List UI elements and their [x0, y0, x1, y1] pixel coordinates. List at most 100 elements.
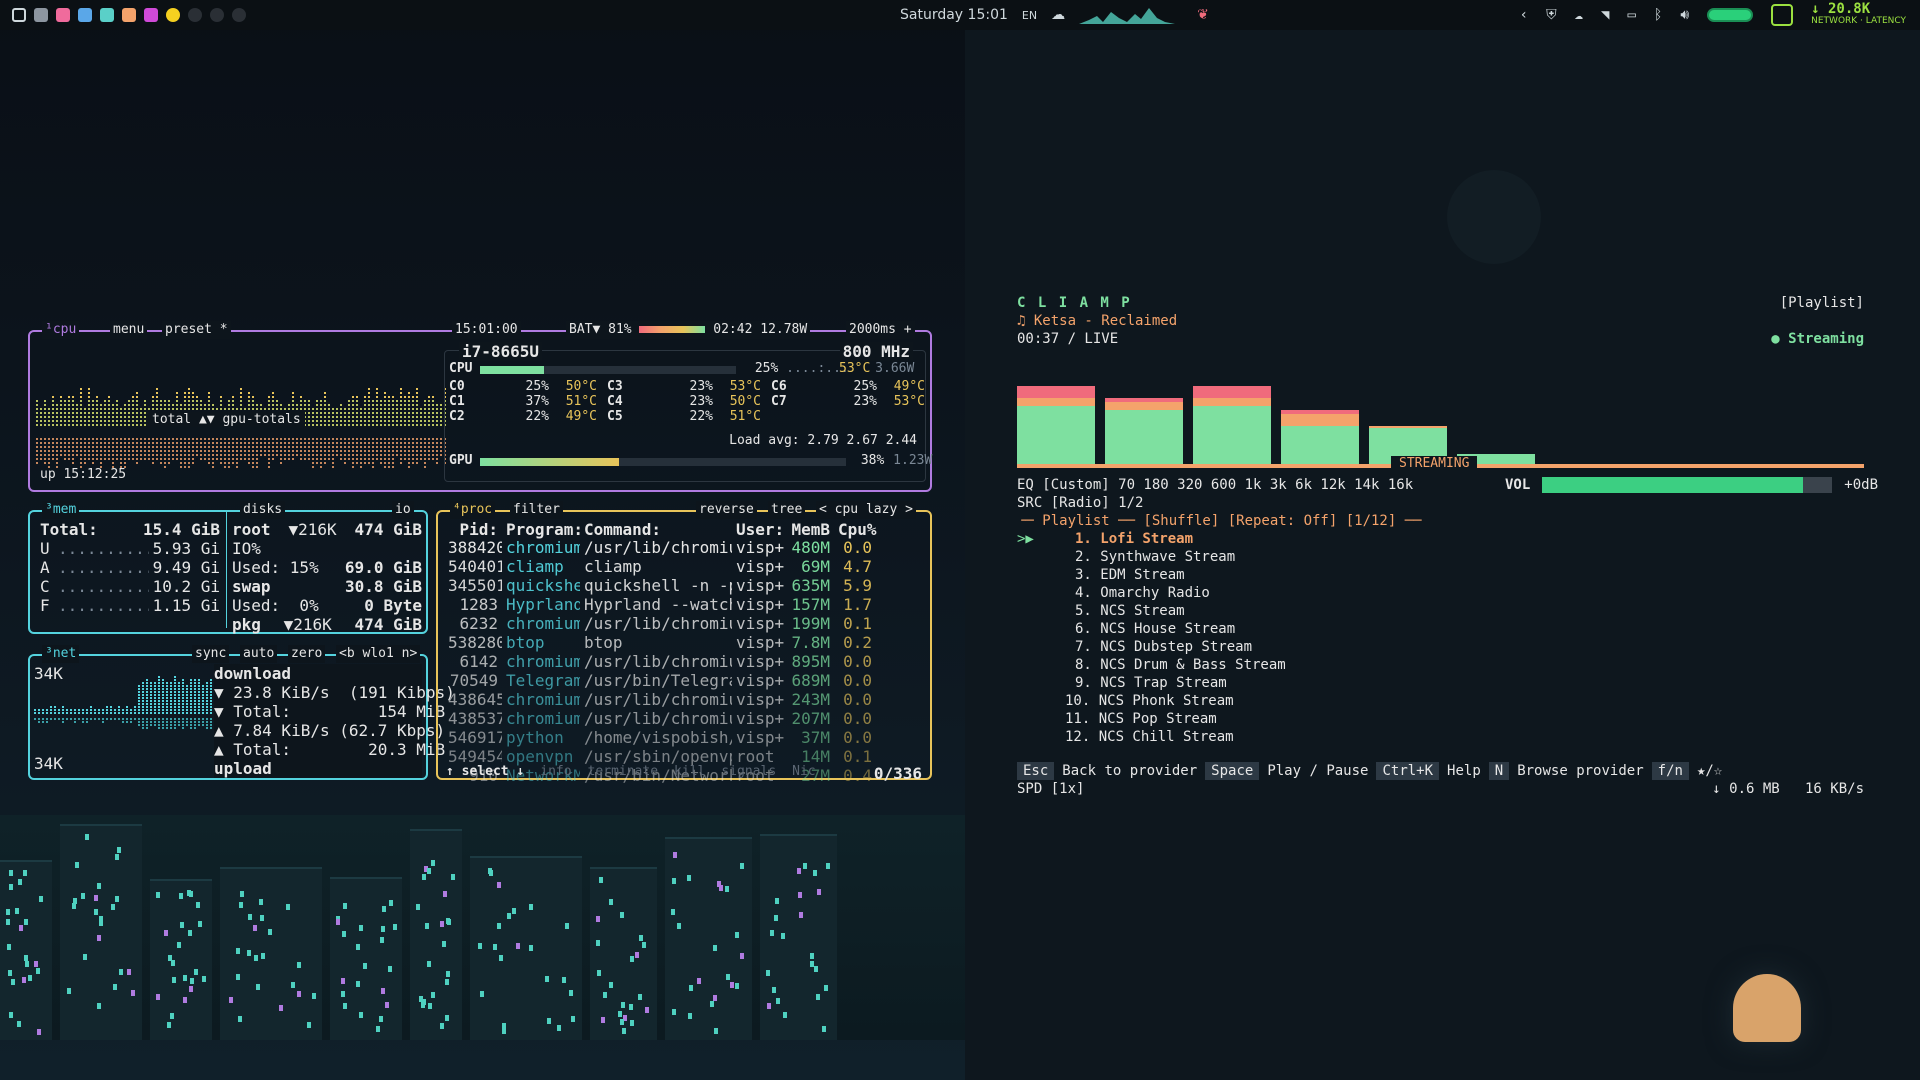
playlist-item[interactable]: 12. NCS Chill Stream — [1065, 728, 1286, 746]
city-window — [816, 994, 820, 1000]
proc-tab[interactable]: ⁴proc — [450, 501, 496, 519]
workspace-10[interactable] — [210, 8, 224, 22]
battery-icon[interactable] — [1707, 8, 1754, 22]
volume-slider[interactable] — [1542, 477, 1833, 493]
wifi-icon[interactable]: ◥ — [1601, 7, 1609, 23]
key-f-n[interactable]: f/n — [1651, 762, 1689, 780]
proc-row[interactable]: 438537chromium/usr/lib/chromium/visp+ 207… — [444, 709, 876, 728]
playlist-item[interactable]: 3. EDM Stream — [1065, 566, 1286, 584]
bluetooth-icon[interactable]: ᛒ — [1654, 7, 1662, 23]
preset-button[interactable]: preset * — [162, 321, 231, 339]
proc-row[interactable]: 70549 Telegram/usr/bin/Telegram visp+ 689M 0… — [444, 671, 876, 690]
net-sync[interactable]: sync — [192, 645, 230, 663]
playlist-item[interactable]: 10. NCS Phonk Stream — [1065, 692, 1286, 710]
proc-row[interactable]: 538280 btop btop visp+ 7.8M 0.2 — [444, 633, 876, 652]
cloud-icon[interactable]: ☁ — [1575, 7, 1583, 23]
net-interface[interactable]: <b wlo1 n> — [336, 645, 421, 663]
proc-tree[interactable]: tree — [768, 501, 806, 519]
workspace-8[interactable] — [166, 8, 180, 22]
proc-row[interactable]: 540401 cliamp cliamp visp+ 69M 4.7 — [444, 557, 876, 576]
workspace-2[interactable] — [34, 8, 48, 22]
shield-icon[interactable]: ⛨ — [1546, 7, 1557, 23]
playlist-item[interactable]: 6. NCS House Stream — [1065, 620, 1286, 638]
workspace-6[interactable] — [122, 8, 136, 22]
playlist-item[interactable]: 9. NCS Trap Stream — [1065, 674, 1286, 692]
cpu-chip-icon[interactable] — [1771, 4, 1794, 26]
playlist-item[interactable]: 7. NCS Dubstep Stream — [1065, 638, 1286, 656]
speed-row[interactable]: SPD [1x] — [1017, 780, 1084, 798]
net-row: ▼ Total: 154 MiB — [214, 702, 446, 721]
city-window — [23, 870, 27, 876]
proc-sort[interactable]: < cpu lazy > — [816, 501, 916, 519]
weather-icon[interactable]: ☁ — [1051, 7, 1065, 23]
proc-cell: chromium — [506, 690, 580, 709]
eq-row[interactable]: EQ [Custom] 70 180 320 600 1k 3k 6k 12k … — [1017, 476, 1413, 494]
gpu-meter — [480, 458, 847, 466]
proc-row[interactable]: 345501quickshequickshell -n -p /visp+ 635… — [444, 576, 876, 595]
proc-footer-item[interactable]: info — [540, 764, 571, 779]
chevron-left-icon[interactable]: ‹ — [1520, 7, 1528, 23]
proc-footer-item[interactable]: Nic — [792, 764, 815, 779]
mem-tab[interactable]: ³mem — [42, 501, 80, 519]
proc-row[interactable]: 388420chromium/usr/lib/chromium/visp+ 480… — [444, 538, 876, 557]
interval[interactable]: 2000ms + — [846, 321, 915, 339]
proc-header-cell[interactable]: Program: — [502, 520, 583, 539]
proc-row[interactable]: 546917python/home/vispobish/.lvisp+ 37M 0.… — [444, 728, 876, 747]
proc-footer-item[interactable]: signals — [721, 764, 776, 779]
net-tab[interactable]: ³net — [42, 645, 80, 663]
cpu-tab[interactable]: ¹cpu — [42, 321, 80, 339]
playlist-item[interactable]: 8. NCS Drum & Bass Stream — [1065, 656, 1286, 674]
proc-reverse[interactable]: reverse — [696, 501, 757, 519]
key-space[interactable]: Space — [1205, 762, 1260, 780]
playlist-item[interactable]: 5. NCS Stream — [1065, 602, 1286, 620]
proc-footer-item[interactable]: ↑ select ↓ — [446, 764, 524, 779]
city-window — [356, 944, 360, 950]
proc-row[interactable]: 6232 chromium/usr/lib/chromium/visp+ 199M 0… — [444, 614, 876, 633]
view-mode[interactable]: [Playlist] — [1780, 294, 1864, 312]
workspace-5[interactable] — [100, 8, 114, 22]
city-window — [343, 1003, 347, 1009]
menu-button[interactable]: menu — [110, 321, 148, 339]
network-widget[interactable]: ↓ 20.8K NETWORK · LATENCY — [1811, 2, 1906, 27]
proc-header-cell[interactable]: Pid: — [444, 520, 502, 539]
net-zero[interactable]: zero — [288, 645, 326, 663]
proc-footer-item[interactable]: kill — [674, 764, 705, 779]
key-ctrl-k[interactable]: Ctrl+K — [1376, 762, 1440, 780]
volume-icon[interactable]: 🔊︎ — [1680, 7, 1689, 23]
proc-filter[interactable]: filter — [510, 501, 563, 519]
core-cell — [877, 409, 925, 424]
mascot-icon[interactable]: ❦ — [1197, 7, 1209, 23]
workspace-3[interactable] — [56, 8, 70, 22]
workspace-7[interactable] — [144, 8, 158, 22]
ghost-mascot-icon[interactable] — [1733, 974, 1801, 1042]
proc-header-cell[interactable]: User: — [732, 520, 786, 539]
proc-row[interactable]: 6142 chromium/usr/lib/chromium/visp+ 895M 0… — [444, 652, 876, 671]
playlist-item[interactable]: 1. Lofi Stream — [1065, 530, 1286, 548]
playlist-item[interactable]: 4. Omarchy Radio — [1065, 584, 1286, 602]
display-icon[interactable]: ▭ — [1627, 7, 1635, 23]
proc-header-cell[interactable]: Command: — [580, 520, 732, 539]
workspace-4[interactable] — [78, 8, 92, 22]
workspace-11[interactable] — [232, 8, 246, 22]
proc-header-cell[interactable]: MemB — [786, 520, 834, 539]
io-toggle[interactable]: io — [392, 501, 414, 519]
workspace-9[interactable] — [188, 8, 202, 22]
workspace-1[interactable] — [12, 8, 26, 22]
city-window — [15, 908, 19, 914]
volume-row[interactable]: VOL +0dB — [1505, 476, 1878, 494]
proc-header-cell[interactable]: Cpu% — [834, 520, 877, 539]
city-window — [431, 992, 435, 998]
source-row[interactable]: SRC [Radio] 1/2 — [1017, 494, 1143, 512]
clock[interactable]: Saturday 15:01 — [900, 7, 1008, 23]
net-auto[interactable]: auto — [240, 645, 278, 663]
playlist-item[interactable]: 11. NCS Pop Stream — [1065, 710, 1286, 728]
keyboard-layout[interactable]: EN — [1022, 9, 1037, 22]
key-esc[interactable]: Esc — [1017, 762, 1055, 780]
disks-tab[interactable]: disks — [240, 501, 286, 519]
city-window — [18, 879, 22, 885]
proc-row[interactable]: 1283 HyprlandHyprland --watchdovisp+ 157M 1… — [444, 595, 876, 614]
proc-row[interactable]: 438645chromium/usr/lib/chromium/visp+ 243… — [444, 690, 876, 709]
playlist-item[interactable]: 2. Synthwave Stream — [1065, 548, 1286, 566]
proc-footer-item[interactable]: terminate — [588, 764, 658, 779]
key-n[interactable]: N — [1488, 762, 1510, 780]
